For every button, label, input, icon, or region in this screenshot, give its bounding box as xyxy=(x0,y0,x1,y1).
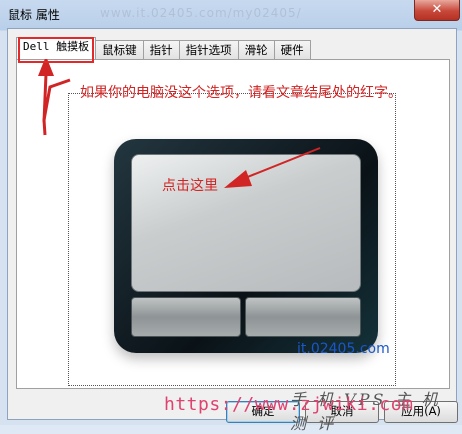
annotation-arrows xyxy=(38,56,321,188)
arrow-to-pad xyxy=(224,147,321,188)
tab-dell-touchpad[interactable]: Dell 触摸板 xyxy=(16,37,97,63)
arrow-up-to-tab xyxy=(38,56,71,136)
dialog-window: 鼠标 属性 www.it.02405.com/my02405/ ✕ Dell 触… xyxy=(0,0,462,433)
highlight-box xyxy=(18,37,95,63)
